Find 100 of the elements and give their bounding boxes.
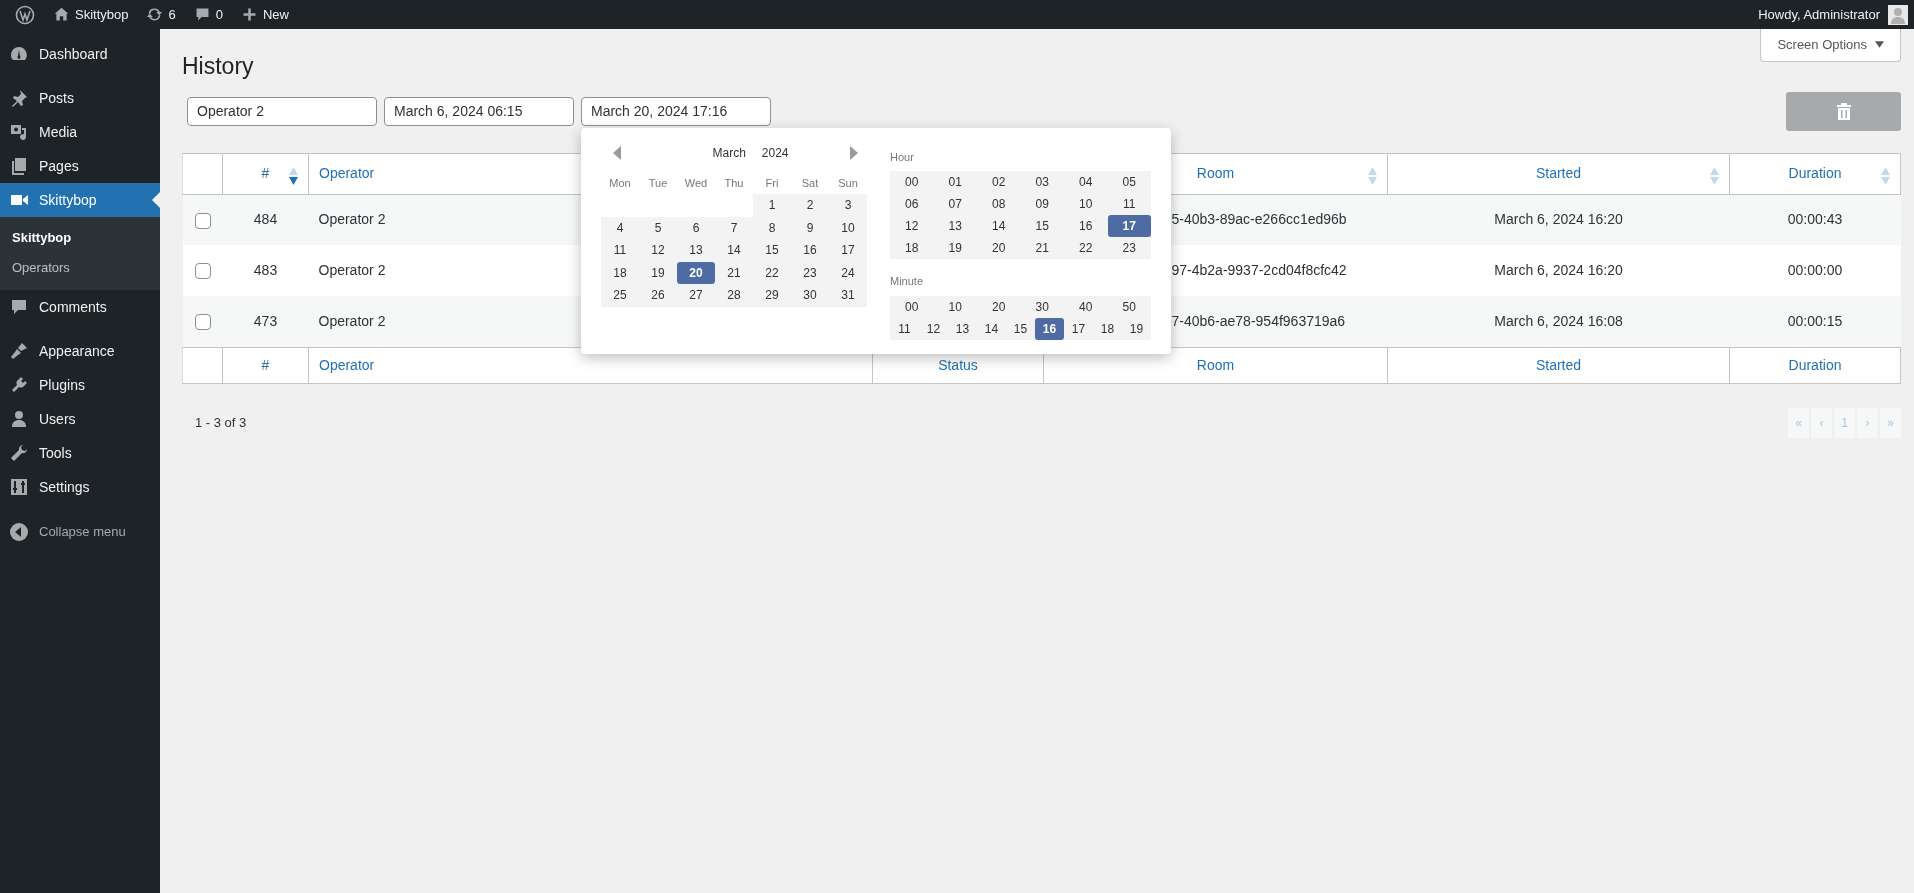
column-header[interactable]: # <box>261 165 270 182</box>
hour-option[interactable]: 18 <box>890 237 934 260</box>
row-checkbox[interactable] <box>194 212 211 229</box>
hour-option[interactable]: 08 <box>977 193 1021 216</box>
hour-option[interactable]: 20 <box>977 237 1021 260</box>
admin-bar-link[interactable]: 6 <box>168 4 176 25</box>
calendar-day[interactable]: 12 <box>639 239 677 262</box>
calendar-day[interactable]: 23 <box>791 261 829 285</box>
calendar-day[interactable]: 2 <box>791 194 829 217</box>
calendar-day[interactable]: 29 <box>753 284 791 307</box>
column-header[interactable]: Room <box>1196 165 1235 182</box>
column-header[interactable]: Room <box>1196 356 1235 373</box>
sidebar-item[interactable]: Plugins <box>0 368 160 402</box>
avatar-icon[interactable] <box>1888 4 1908 25</box>
hour-option[interactable]: 16 <box>1064 215 1108 238</box>
row-checkbox[interactable] <box>194 314 211 331</box>
minute-option[interactable]: 00 <box>890 295 934 318</box>
minute-option[interactable]: 20 <box>977 295 1021 318</box>
column-header[interactable]: # <box>261 356 270 373</box>
column-header[interactable]: Started <box>1535 356 1582 373</box>
minute-option[interactable]: 15 <box>1006 317 1035 340</box>
calendar-day[interactable]: 4 <box>601 216 639 240</box>
hour-option[interactable]: 00 <box>890 171 934 194</box>
calendar-day[interactable]: 30 <box>791 284 829 307</box>
wordpress-logo-icon[interactable] <box>15 4 35 25</box>
calendar-day[interactable]: 9 <box>791 216 829 240</box>
calendar-day[interactable]: 25 <box>601 284 639 307</box>
hour-option[interactable]: 05 <box>1107 171 1151 194</box>
calendar-day[interactable]: 21 <box>715 261 753 285</box>
column-header[interactable]: Operator <box>319 165 375 182</box>
submenu-item[interactable]: Skittybop <box>0 223 160 253</box>
sidebar-item[interactable]: Dashboard <box>0 37 160 71</box>
calendar-day[interactable]: 10 <box>829 216 867 240</box>
sidebar-item[interactable]: Settings <box>0 470 160 504</box>
calendar-day[interactable]: 22 <box>753 261 791 285</box>
refresh-icon[interactable] <box>146 6 164 23</box>
hour-option[interactable]: 17 <box>1107 215 1151 238</box>
home-icon[interactable] <box>53 6 70 23</box>
hour-option[interactable]: 10 <box>1064 193 1108 216</box>
minute-option[interactable]: 17 <box>1064 317 1093 340</box>
calendar-day[interactable]: 7 <box>715 216 753 240</box>
column-header[interactable]: Operator <box>319 356 375 373</box>
filter-field[interactable]: March 6, 2024 06:15 <box>384 96 574 126</box>
hour-option[interactable]: 02 <box>977 171 1021 194</box>
hour-option[interactable]: 01 <box>933 171 977 194</box>
calendar-day[interactable]: 14 <box>715 239 753 262</box>
calendar-day[interactable]: 28 <box>715 284 753 307</box>
sidebar-item[interactable]: Comments <box>0 290 160 324</box>
previous-month-icon[interactable] <box>613 145 621 160</box>
calendar-day[interactable]: 26 <box>639 284 677 307</box>
hour-option[interactable]: 12 <box>890 215 934 238</box>
hour-option[interactable]: 07 <box>933 193 977 216</box>
admin-bar-link[interactable]: New <box>262 4 289 25</box>
column-header[interactable]: Status <box>938 356 978 373</box>
column-header[interactable]: Duration <box>1788 356 1842 373</box>
calendar-day[interactable]: 16 <box>791 239 829 262</box>
sidebar-item[interactable]: Pages <box>0 149 160 183</box>
column-header[interactable]: Started <box>1535 165 1582 182</box>
minute-option[interactable]: 10 <box>933 295 977 318</box>
hour-option[interactable]: 19 <box>933 237 977 260</box>
calendar-day[interactable]: 13 <box>677 239 715 262</box>
minute-option[interactable]: 19 <box>1122 317 1151 340</box>
calendar-day[interactable]: 24 <box>829 261 867 285</box>
screen-options-button[interactable]: Screen Options <box>1760 29 1901 62</box>
minute-option[interactable]: 11 <box>890 317 919 340</box>
admin-bar-link[interactable]: 0 <box>215 4 223 25</box>
calendar-day[interactable]: 17 <box>829 239 867 262</box>
collapse-menu-button[interactable]: Collapse menu <box>0 514 160 550</box>
calendar-day[interactable]: 3 <box>829 194 867 217</box>
minute-option[interactable]: 14 <box>977 317 1006 340</box>
calendar-day[interactable]: 6 <box>677 216 715 240</box>
calendar-day[interactable]: 5 <box>639 216 677 240</box>
greeting[interactable]: Howdy, Administrator <box>1758 4 1880 25</box>
submenu-item[interactable]: Operators <box>0 252 160 282</box>
year-label[interactable]: 2024 <box>761 143 789 162</box>
row-checkbox[interactable] <box>194 263 211 280</box>
calendar-day[interactable]: 1 <box>753 194 791 217</box>
hour-option[interactable]: 11 <box>1107 193 1151 216</box>
minute-option[interactable]: 18 <box>1093 317 1122 340</box>
calendar-day[interactable]: 15 <box>753 239 791 262</box>
filter-field[interactable]: March 20, 2024 17:16 <box>581 96 771 126</box>
sidebar-item[interactable]: Users <box>0 402 160 436</box>
admin-bar-link[interactable]: Skittybop <box>75 4 129 25</box>
hour-option[interactable]: 03 <box>1020 171 1064 194</box>
sidebar-item[interactable]: Skittybop <box>0 183 160 217</box>
calendar-day[interactable]: 20 <box>677 261 715 285</box>
next-month-icon[interactable] <box>850 145 858 160</box>
calendar-day[interactable]: 31 <box>829 284 867 307</box>
sidebar-item[interactable]: Media <box>0 115 160 149</box>
month-label[interactable]: March <box>712 143 746 162</box>
calendar-day[interactable]: 18 <box>601 261 639 285</box>
hour-option[interactable]: 13 <box>933 215 977 238</box>
hour-option[interactable]: 04 <box>1064 171 1108 194</box>
minute-option[interactable]: 40 <box>1064 295 1108 318</box>
filter-field[interactable]: Operator 2 <box>187 96 377 126</box>
sidebar-item[interactable]: Appearance <box>0 334 160 368</box>
sort-arrows-icon[interactable] <box>289 166 298 185</box>
calendar-day[interactable]: 19 <box>639 261 677 285</box>
column-header[interactable]: Duration <box>1788 165 1842 182</box>
calendar-day[interactable]: 8 <box>753 216 791 240</box>
